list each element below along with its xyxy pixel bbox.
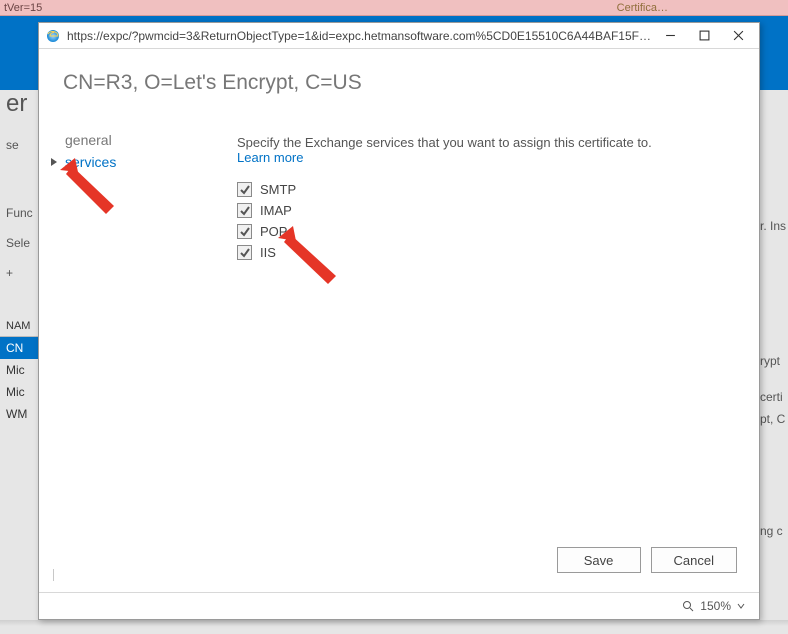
table-row[interactable]: CN xyxy=(0,337,38,359)
window-titlebar: https://expc/?pwmcid=3&ReturnObjectType=… xyxy=(39,23,759,49)
hint-text: Specify the Exchange services that you w… xyxy=(237,135,677,165)
ie-icon xyxy=(45,28,61,44)
cancel-button[interactable]: Cancel xyxy=(651,547,737,573)
table-row[interactable]: WM xyxy=(0,403,38,425)
parent-url-fragment: tVer=15 xyxy=(4,2,42,14)
learn-more-link[interactable]: Learn more xyxy=(237,150,303,165)
table-row[interactable]: Mic xyxy=(0,359,38,381)
checkbox-pop[interactable] xyxy=(237,224,252,239)
certificate-cn-title: CN=R3, O=Let's Encrypt, C=US xyxy=(63,71,362,95)
nav-general[interactable]: general xyxy=(57,129,116,151)
parent-right-column: r. Ins xyxy=(760,215,788,237)
window-url: https://expc/?pwmcid=3&ReturnObjectType=… xyxy=(67,29,653,43)
checkbox-label: POP xyxy=(260,224,287,239)
parent-left-column: se Func Sele + xyxy=(0,130,38,288)
service-row-imap: IMAP xyxy=(237,200,735,221)
left-text: Sele xyxy=(0,228,38,258)
service-row-iis: IIS xyxy=(237,242,735,263)
checkbox-iis[interactable] xyxy=(237,245,252,260)
right-text: certi xyxy=(760,386,788,408)
service-checkbox-list: SMTP IMAP POP IIS xyxy=(237,179,735,263)
zoom-value: 150% xyxy=(700,599,731,613)
certificate-dialog: https://expc/?pwmcid=3&ReturnObjectType=… xyxy=(38,22,760,620)
right-text: ng c xyxy=(760,520,788,542)
statusbar-separator xyxy=(39,592,759,593)
dialog-button-row: Save Cancel xyxy=(39,547,737,573)
service-row-pop: POP xyxy=(237,221,735,242)
parent-panel-heading: er xyxy=(0,90,33,118)
minimize-button[interactable] xyxy=(653,24,687,48)
parent-url-bar: tVer=15 Certifica… xyxy=(0,0,788,16)
add-icon[interactable]: + xyxy=(0,258,38,288)
left-text: Func xyxy=(0,198,38,228)
checkbox-imap[interactable] xyxy=(237,203,252,218)
parent-table: NAM CN Mic Mic WM xyxy=(0,316,38,425)
table-header: NAM xyxy=(0,316,38,337)
right-text: rypt xyxy=(760,350,788,372)
dialog-body: CN=R3, O=Let's Encrypt, C=US general ser… xyxy=(39,49,759,619)
nav-services[interactable]: services xyxy=(57,151,116,173)
statusbar-left-divider xyxy=(53,569,54,581)
checkbox-label: IMAP xyxy=(260,203,292,218)
dialog-content: Specify the Exchange services that you w… xyxy=(237,135,735,263)
certificate-badge: Certifica… xyxy=(617,0,668,16)
checkbox-smtp[interactable] xyxy=(237,182,252,197)
left-text: se xyxy=(0,130,38,160)
parent-right-column: rypt certi pt, C ng c xyxy=(760,350,788,542)
right-text: r. Ins xyxy=(760,215,788,237)
zoom-indicator[interactable]: 150% xyxy=(682,599,745,613)
right-text: pt, C xyxy=(760,408,788,430)
table-row[interactable]: Mic xyxy=(0,381,38,403)
close-button[interactable] xyxy=(721,24,755,48)
dialog-nav: general services xyxy=(57,129,116,173)
hint-prefix: Specify the Exchange services that you w… xyxy=(237,135,652,150)
service-row-smtp: SMTP xyxy=(237,179,735,200)
magnifier-icon xyxy=(682,600,694,612)
caret-down-icon xyxy=(737,602,745,610)
save-button[interactable]: Save xyxy=(557,547,641,573)
parent-bottom-shadow xyxy=(0,620,788,626)
checkbox-label: IIS xyxy=(260,245,276,260)
maximize-button[interactable] xyxy=(687,24,721,48)
checkbox-label: SMTP xyxy=(260,182,296,197)
